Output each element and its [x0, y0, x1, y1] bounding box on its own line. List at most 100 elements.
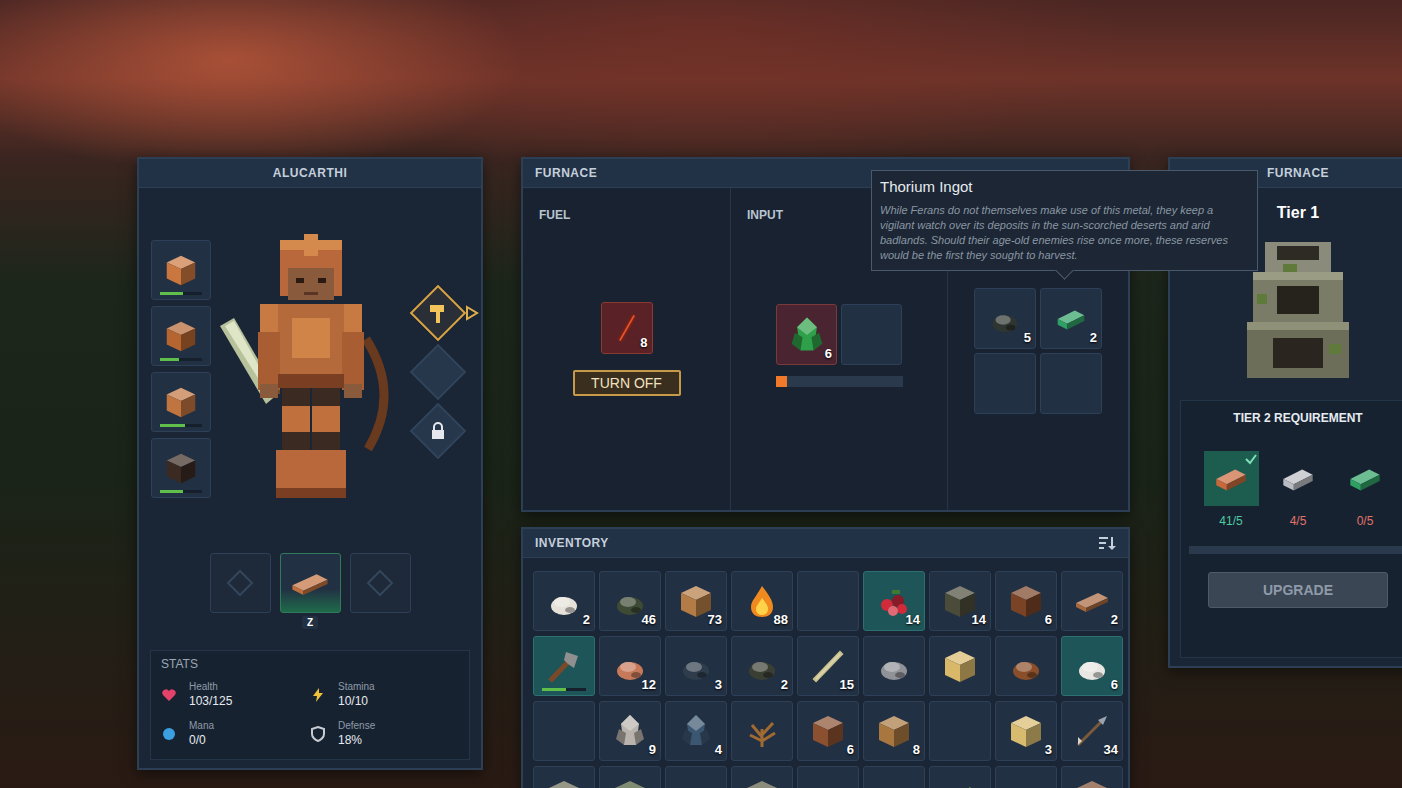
- inventory-slot[interactable]: [731, 701, 793, 761]
- character-panel: ALUCARTHI Z STATS Health103/125Stamina10/10…: [137, 157, 483, 770]
- inventory-slot[interactable]: 2: [731, 636, 793, 696]
- durability-bar: [160, 358, 202, 361]
- inventory-slot[interactable]: [863, 766, 925, 788]
- character-model-icon: [216, 234, 406, 509]
- inventory-slot[interactable]: [929, 766, 991, 788]
- inventory-slot[interactable]: 6: [995, 571, 1057, 631]
- empty-slot-icon: [365, 568, 395, 598]
- inventory-slot[interactable]: [797, 766, 859, 788]
- check-icon: [1245, 453, 1257, 465]
- tooltip-title: Thorium Ingot: [880, 178, 1249, 195]
- inventory-slot[interactable]: [929, 636, 991, 696]
- durability-bar: [160, 424, 202, 427]
- inventory-slot[interactable]: [731, 766, 793, 788]
- furnace-title: FURNACE: [535, 166, 597, 180]
- inventory-slot[interactable]: [995, 766, 1057, 788]
- item-icon: [874, 711, 914, 751]
- hotbar-slot[interactable]: [280, 553, 341, 613]
- output-slot[interactable]: [1040, 353, 1102, 414]
- turn-off-button[interactable]: TURN OFF: [573, 370, 681, 396]
- inventory-slot[interactable]: [533, 766, 595, 788]
- item-icon: [610, 776, 650, 788]
- item-icon: [1210, 458, 1252, 500]
- tool-mode-button[interactable]: [411, 404, 465, 458]
- item-icon: [162, 317, 200, 355]
- inventory-slot[interactable]: 9: [599, 701, 661, 761]
- input-slot[interactable]: 6: [776, 304, 837, 365]
- hammer-icon: [426, 301, 450, 325]
- inventory-slot[interactable]: 8: [863, 701, 925, 761]
- upgrade-button[interactable]: UPGRADE: [1208, 572, 1388, 608]
- key-hint: Z: [302, 616, 318, 629]
- inventory-slot[interactable]: [995, 636, 1057, 696]
- stat: Defense18%: [310, 720, 459, 747]
- armor-slot[interactable]: [151, 306, 211, 366]
- inventory-slot[interactable]: 46: [599, 571, 661, 631]
- inventory-slot[interactable]: [533, 701, 595, 761]
- inventory-slot[interactable]: 14: [929, 571, 991, 631]
- stat: Health103/125: [161, 681, 310, 708]
- tool-mode-button[interactable]: [411, 286, 465, 340]
- fuel-slot[interactable]: 8: [601, 302, 653, 354]
- item-icon: [544, 776, 584, 788]
- inventory-slot[interactable]: 2: [533, 571, 595, 631]
- inventory-slot[interactable]: [929, 701, 991, 761]
- inventory-slot[interactable]: 6: [797, 701, 859, 761]
- item-icon: [1072, 776, 1112, 788]
- inventory-slot[interactable]: 3: [995, 701, 1057, 761]
- item-icon: [610, 711, 650, 751]
- hotbar-slot[interactable]: [350, 553, 411, 613]
- output-slot[interactable]: 5: [974, 288, 1036, 349]
- item-icon: [1006, 776, 1046, 788]
- item-icon: [676, 646, 716, 686]
- inventory-slot[interactable]: 73: [665, 571, 727, 631]
- inventory-slot[interactable]: 4: [665, 701, 727, 761]
- inventory-slot[interactable]: [599, 766, 661, 788]
- item-icon: [1344, 458, 1386, 500]
- inventory-slot[interactable]: [863, 636, 925, 696]
- furnace-icon: [1243, 234, 1353, 384]
- item-icon: [544, 646, 584, 686]
- input-slot[interactable]: [841, 304, 902, 365]
- stats-title: STATS: [161, 657, 459, 671]
- armor-slot[interactable]: [151, 372, 211, 432]
- item-icon: [162, 449, 200, 487]
- inventory-slot[interactable]: 3: [665, 636, 727, 696]
- item-icon: [288, 561, 332, 605]
- armor-slot[interactable]: [151, 438, 211, 498]
- stat: Stamina10/10: [310, 681, 459, 708]
- bolt-icon: [310, 687, 326, 703]
- inventory-slot[interactable]: 6: [1061, 636, 1123, 696]
- tool-mode-button[interactable]: [411, 345, 465, 399]
- inventory-slot[interactable]: [533, 636, 595, 696]
- armor-slots: [151, 240, 211, 518]
- inventory-slot[interactable]: 12: [599, 636, 661, 696]
- inventory-slot[interactable]: [797, 571, 859, 631]
- item-icon: [742, 776, 782, 788]
- inventory-panel: INVENTORY246738814146212321569468334: [521, 527, 1130, 788]
- output-slot[interactable]: [974, 353, 1036, 414]
- item-tooltip: Thorium IngotWhile Ferans do not themsel…: [871, 170, 1258, 271]
- inventory-slot[interactable]: 34: [1061, 701, 1123, 761]
- inventory-slot[interactable]: [665, 766, 727, 788]
- stats-box: STATSHealth103/125Stamina10/10Mana0/0Def…: [150, 650, 470, 760]
- character-name: ALUCARTHI: [273, 166, 348, 180]
- inventory-slot[interactable]: 2: [1061, 571, 1123, 631]
- output-slot[interactable]: 2: [1040, 288, 1102, 349]
- item-icon: [742, 646, 782, 686]
- inventory-slot[interactable]: 15: [797, 636, 859, 696]
- upgrade-title: FURNACE: [1267, 166, 1329, 180]
- game-screen: ALUCARTHI Z STATS Health103/125Stamina10/10…: [0, 0, 1402, 788]
- lock-icon: [429, 422, 447, 440]
- item-icon: [940, 776, 980, 788]
- inventory-slot[interactable]: [1061, 766, 1123, 788]
- armor-slot[interactable]: [151, 240, 211, 300]
- inventory-slot[interactable]: 14: [863, 571, 925, 631]
- selection-arrow-icon: [465, 305, 479, 321]
- hotbar-slot[interactable]: [210, 553, 271, 613]
- inventory-slot[interactable]: 88: [731, 571, 793, 631]
- mana-icon: [161, 726, 177, 742]
- item-icon: [162, 251, 200, 289]
- sort-icon[interactable]: [1098, 535, 1116, 551]
- item-icon: [1277, 458, 1319, 500]
